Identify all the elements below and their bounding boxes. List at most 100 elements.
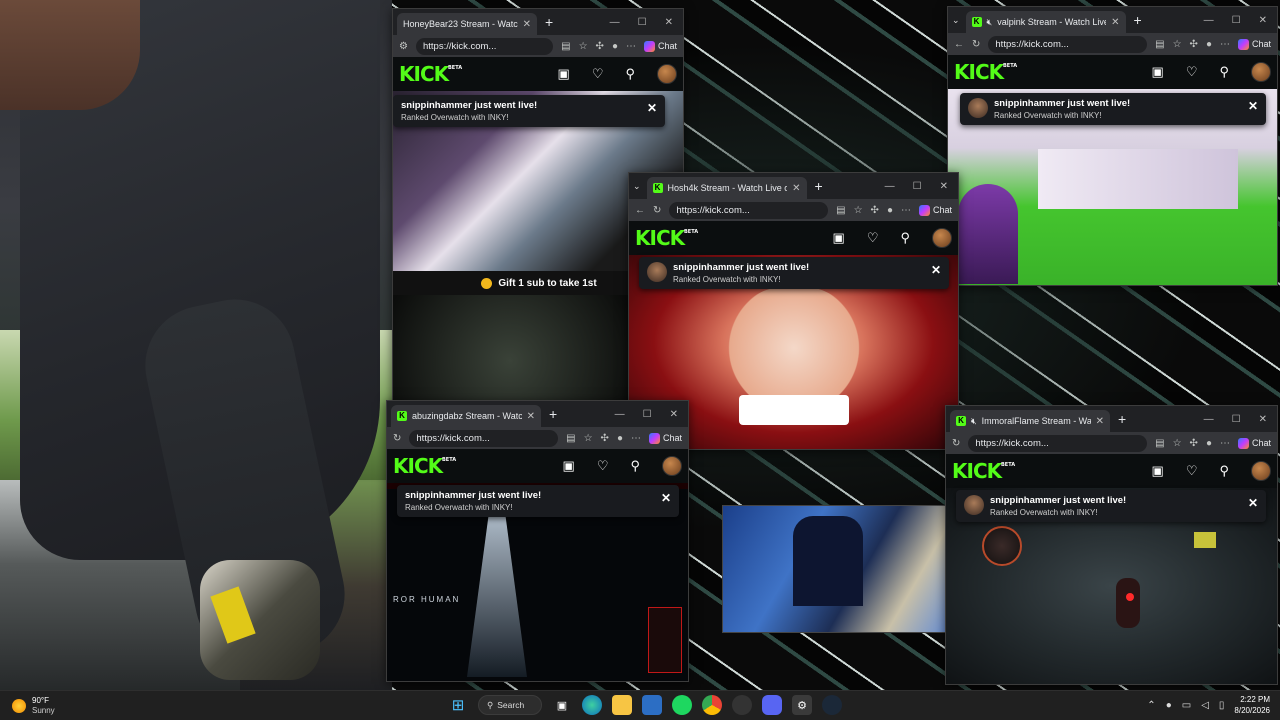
reader-icon[interactable]: ▤	[1155, 438, 1164, 449]
browse-icon[interactable]: ▣	[1152, 463, 1164, 479]
back-icon[interactable]: ←	[635, 205, 645, 216]
browser-tab[interactable]: K 🔇︎ ImmoralFlame Stream - Watc ✕	[950, 410, 1110, 432]
reader-icon[interactable]: ▤	[566, 433, 575, 444]
browse-icon[interactable]: ▣	[833, 230, 845, 246]
new-tab-button[interactable]: +	[549, 406, 557, 422]
maximize-button[interactable]: ☐	[1232, 414, 1241, 425]
close-window-button[interactable]: ✕	[665, 17, 673, 28]
new-tab-button[interactable]: +	[545, 14, 553, 30]
profile-icon[interactable]: ●	[1206, 39, 1212, 50]
menu-icon[interactable]: ⋯	[1220, 39, 1230, 50]
star-icon[interactable]: ☆	[1173, 438, 1182, 449]
extensions-icon[interactable]: ✣	[601, 433, 609, 444]
search-icon[interactable]: ⚲	[1219, 64, 1229, 80]
profile-icon[interactable]: ●	[617, 433, 623, 444]
minimize-button[interactable]: —	[615, 409, 625, 420]
extensions-icon[interactable]: ✣	[596, 41, 604, 52]
chat-button[interactable]: Chat	[648, 432, 682, 444]
chat-button[interactable]: Chat	[918, 204, 952, 216]
close-window-button[interactable]: ✕	[1259, 414, 1267, 425]
address-bar[interactable]: https://kick.com...	[669, 201, 829, 219]
heart-icon[interactable]: ♡	[592, 66, 604, 82]
close-notification-icon[interactable]: ✕	[647, 101, 657, 115]
menu-icon[interactable]: ⋯	[626, 41, 636, 52]
search-icon[interactable]: ⚲	[1219, 463, 1229, 479]
live-notification[interactable]: snippinhammer just went live! Ranked Over…	[397, 485, 679, 517]
tab-list-icon[interactable]: ⌄	[952, 15, 960, 26]
close-notification-icon[interactable]: ✕	[931, 263, 941, 277]
taskbar-search[interactable]: ⚲ Search	[478, 695, 542, 715]
close-window-button[interactable]: ✕	[1259, 15, 1267, 26]
close-tab-icon[interactable]: ✕	[527, 411, 535, 422]
store-icon[interactable]	[642, 695, 662, 715]
browse-icon[interactable]: ▣	[1152, 64, 1164, 80]
chat-button[interactable]: Chat	[643, 40, 677, 52]
kick-logo[interactable]: KICK BETA	[954, 60, 1017, 84]
reload-icon[interactable]: ↻	[952, 438, 960, 449]
new-tab-button[interactable]: +	[1134, 12, 1142, 28]
user-avatar[interactable]	[1251, 461, 1271, 481]
battery-icon[interactable]: ▯	[1219, 700, 1225, 711]
minimize-button[interactable]: —	[885, 181, 895, 192]
close-window-button[interactable]: ✕	[940, 181, 948, 192]
kick-logo[interactable]: KICK BETA	[635, 226, 698, 250]
task-view-icon[interactable]: ▣	[552, 695, 572, 715]
menu-icon[interactable]: ⋯	[1220, 438, 1230, 449]
browser-tab[interactable]: K 🔇︎ valpink Stream - Watch Live o ✕	[965, 11, 1126, 33]
app-icon[interactable]	[732, 695, 752, 715]
chat-button[interactable]: Chat	[1237, 437, 1271, 449]
close-tab-icon[interactable]: ✕	[792, 183, 800, 194]
profile-icon[interactable]: ●	[887, 205, 893, 216]
spotify-icon[interactable]	[672, 695, 692, 715]
reload-icon[interactable]: ↻	[653, 205, 661, 216]
settings-icon[interactable]: ⚙	[792, 695, 812, 715]
user-avatar[interactable]	[662, 456, 682, 476]
heart-icon[interactable]: ♡	[597, 458, 609, 474]
close-window-button[interactable]: ✕	[670, 409, 678, 420]
kick-logo[interactable]: KICK BETA	[393, 454, 456, 478]
tab-list-icon[interactable]: ⌄	[633, 181, 641, 192]
back-icon[interactable]: ←	[954, 39, 964, 50]
kick-logo[interactable]: KICK BETA	[399, 62, 462, 86]
profile-icon[interactable]: ●	[1206, 438, 1212, 449]
minimize-button[interactable]: —	[1204, 15, 1214, 26]
chat-button[interactable]: Chat	[1237, 38, 1271, 50]
browser-tab[interactable]: K abuzingdabz Stream - Watch Live ✕	[391, 405, 541, 427]
user-avatar[interactable]	[1251, 62, 1271, 82]
muted-icon[interactable]: 🔇︎	[971, 416, 977, 427]
new-tab-button[interactable]: +	[1118, 411, 1126, 427]
heart-icon[interactable]: ♡	[1186, 64, 1198, 80]
reader-icon[interactable]: ▤	[1155, 39, 1164, 50]
user-avatar[interactable]	[932, 228, 952, 248]
close-notification-icon[interactable]: ✕	[661, 491, 671, 505]
volume-icon[interactable]: ◁	[1201, 700, 1209, 711]
search-icon[interactable]: ⚲	[900, 230, 910, 246]
browse-icon[interactable]: ▣	[563, 458, 575, 474]
address-bar[interactable]: https://kick.com...	[415, 37, 554, 55]
clock[interactable]: 2:22 PM 8/20/2026	[1234, 694, 1270, 716]
reload-icon[interactable]: ↻	[393, 433, 401, 444]
kick-logo[interactable]: KICK BETA	[952, 459, 1015, 483]
menu-icon[interactable]: ⋯	[901, 205, 911, 216]
close-tab-icon[interactable]: ✕	[1111, 17, 1119, 28]
start-button[interactable]: ⊞	[448, 695, 468, 715]
file-explorer-icon[interactable]	[612, 695, 632, 715]
star-icon[interactable]: ☆	[579, 41, 588, 52]
close-notification-icon[interactable]: ✕	[1248, 99, 1258, 113]
address-bar[interactable]: https://kick.com...	[988, 35, 1148, 53]
menu-icon[interactable]: ⋯	[631, 433, 641, 444]
minimize-button[interactable]: —	[610, 17, 620, 28]
muted-icon[interactable]: 🔇︎	[987, 17, 993, 28]
heart-icon[interactable]: ♡	[1186, 463, 1198, 479]
new-tab-button[interactable]: +	[815, 178, 823, 194]
discord-icon[interactable]	[762, 695, 782, 715]
search-icon[interactable]: ⚲	[625, 66, 635, 82]
maximize-button[interactable]: ☐	[638, 17, 647, 28]
user-avatar[interactable]	[657, 64, 677, 84]
extensions-icon[interactable]: ✣	[1190, 438, 1198, 449]
heart-icon[interactable]: ♡	[867, 230, 879, 246]
star-icon[interactable]: ☆	[1173, 39, 1182, 50]
star-icon[interactable]: ☆	[854, 205, 863, 216]
minimize-button[interactable]: —	[1204, 414, 1214, 425]
live-notification[interactable]: snippinhammer just went live! Ranked Over…	[956, 490, 1266, 522]
